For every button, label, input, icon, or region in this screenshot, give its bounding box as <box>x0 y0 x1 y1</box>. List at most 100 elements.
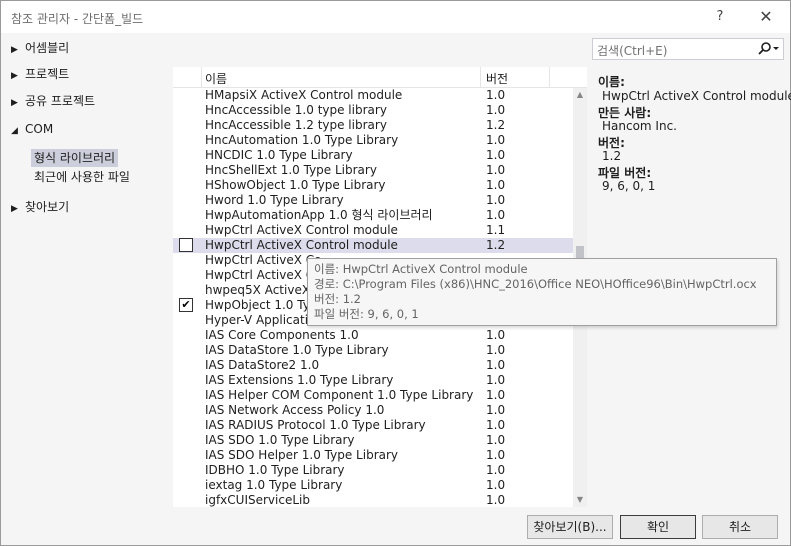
column-header-name[interactable]: 이름 <box>205 70 227 87</box>
detail-file-version-value: 9, 6, 0, 1 <box>602 179 656 193</box>
detail-name-label: 이름: <box>598 75 625 89</box>
list-item-name: IAS DataStore2 1.0 <box>205 358 320 372</box>
list-item[interactable]: IAS Helper COM Component 1.0 Type Librar… <box>173 388 573 403</box>
list-item[interactable]: HMapsiX ActiveX Control module 1.0 <box>173 88 573 103</box>
list-item[interactable]: HNCDIC 1.0 Type Library 1.0 <box>173 148 573 163</box>
list-item-name: Hword 1.0 Type Library <box>205 193 344 207</box>
cancel-button[interactable]: 취소 <box>702 515 778 539</box>
list-item[interactable]: Hword 1.0 Type Library 1.0 <box>173 193 573 208</box>
ok-button[interactable]: 확인 <box>620 515 696 539</box>
window-title: 참조 관리자 - 간단폼_빌드 <box>11 12 144 26</box>
list-item-version: 1.0 <box>486 403 506 417</box>
list-item-name: HNCDIC 1.0 Type Library <box>205 148 353 162</box>
list-item-name: HncAccessible 1.2 type library <box>205 118 387 132</box>
column-separator[interactable] <box>201 67 202 87</box>
detail-creator-value: Hancom Inc. <box>602 119 677 133</box>
list-item-version: 1.0 <box>486 418 506 432</box>
list-item[interactable]: HwpCtrl ActiveX Control module 1.1 <box>173 223 573 238</box>
search-placeholder: 검색(Ctrl+E) <box>597 44 668 58</box>
list-item[interactable]: IAS Extensions 1.0 Type Library 1.0 <box>173 373 573 388</box>
list-item-version: 1.0 <box>486 328 506 342</box>
list-item-name: HwpObject 1.0 Typ <box>205 298 318 312</box>
list-item-name: HMapsiX ActiveX Control module <box>205 88 403 102</box>
close-button[interactable]: ✕ <box>755 7 777 27</box>
list-item-name: IAS SDO 1.0 Type Library <box>205 433 355 447</box>
tooltip-file-version: 파일 버전: 9, 6, 0, 1 <box>314 307 419 321</box>
column-header-version[interactable]: 버전 <box>486 70 508 87</box>
reference-manager-dialog: 참조 관리자 - 간단폼_빌드 ? ✕ ▶ 어셈블리 ▶ 프로젝트 ▶ 공유 프로젝트… <box>0 0 791 546</box>
list-item-name: IDBHO 1.0 Type Library <box>205 463 345 477</box>
list-item[interactable]: IAS SDO 1.0 Type Library 1.0 <box>173 433 573 448</box>
list-item-version: 1.0 <box>486 478 506 492</box>
nav-type-libraries[interactable]: 형식 라이브러리 <box>31 149 119 167</box>
reference-checkbox[interactable] <box>179 238 193 252</box>
list-item[interactable]: HncAccessible 1.0 type library 1.0 <box>173 103 573 118</box>
nav-projects-label: 프로젝트 <box>25 67 70 81</box>
reference-checkbox[interactable]: ✔ <box>179 298 193 312</box>
list-item-name: HwpAutomationApp 1.0 형식 라이브러리 <box>205 208 433 222</box>
nav-assemblies-label: 어셈블리 <box>25 41 70 55</box>
list-item-name: HwpCtrl ActiveX Co <box>205 253 322 267</box>
list-item-name: IAS Extensions 1.0 Type Library <box>205 373 394 387</box>
nav-shared-projects[interactable]: ▶ 공유 프로젝트 <box>11 92 95 110</box>
list-item-version: 1.0 <box>486 163 506 177</box>
nav-browse[interactable]: ▶ 찾아보기 <box>11 198 69 216</box>
nav-assemblies[interactable]: ▶ 어셈블리 <box>11 39 69 57</box>
list-item-version: 1.0 <box>486 103 506 117</box>
tooltip-version: 버전: 1.2 <box>314 292 361 306</box>
nav-com[interactable]: ◢ COM <box>11 120 53 138</box>
list-header: 이름 버전 <box>173 67 587 88</box>
list-item-version: 1.0 <box>486 388 506 402</box>
list-item-version: 1.0 <box>486 193 506 207</box>
list-item-name: IAS Helper COM Component 1.0 Type Librar… <box>205 388 474 402</box>
list-item[interactable]: IAS SDO Helper 1.0 Type Library 1.0 <box>173 448 573 463</box>
list-item[interactable]: HncAccessible 1.2 type library 1.2 <box>173 118 573 133</box>
help-button[interactable]: ? <box>709 7 731 27</box>
search-box[interactable]: 검색(Ctrl+E) <box>592 38 784 60</box>
nav-projects[interactable]: ▶ 프로젝트 <box>11 65 69 83</box>
detail-name-value: HwpCtrl ActiveX Control module <box>602 89 791 103</box>
list-item-version: 1.0 <box>486 493 506 507</box>
column-separator[interactable] <box>480 67 481 87</box>
list-item[interactable]: HwpCtrl ActiveX Control module 1.2 <box>173 238 573 253</box>
browse-button[interactable]: 찾아보기(B)... <box>527 515 613 539</box>
list-item[interactable]: IAS Core Components 1.0 1.0 <box>173 328 573 343</box>
nav-com-label: COM <box>25 122 54 136</box>
list-item[interactable]: IAS DataStore2 1.0 1.0 <box>173 358 573 373</box>
collapse-arrow-icon: ◢ <box>11 126 18 136</box>
nav-shared-projects-label: 공유 프로젝트 <box>25 94 96 108</box>
list-item-name: HwpCtrl ActiveX C <box>205 268 315 282</box>
reference-tooltip: 이름: HwpCtrl ActiveX Control module 경로: C… <box>307 258 777 326</box>
list-item[interactable]: IAS DataStore 1.0 Type Library 1.0 <box>173 343 573 358</box>
list-item[interactable]: HncAutomation 1.0 Type Library 1.0 <box>173 133 573 148</box>
list-item-name: IAS SDO Helper 1.0 Type Library <box>205 448 399 462</box>
list-item[interactable]: HncShellExt 1.0 Type Library 1.0 <box>173 163 573 178</box>
list-item-name: IAS Core Components 1.0 <box>205 328 359 342</box>
list-item[interactable]: IAS Network Access Policy 1.0 1.0 <box>173 403 573 418</box>
list-item-name: Hyper-V Applicatio <box>205 313 316 327</box>
list-item[interactable]: iextag 1.0 Type Library 1.0 <box>173 478 573 493</box>
scroll-up-icon[interactable]: ▲ <box>573 88 587 102</box>
list-item-version: 1.1 <box>486 223 506 237</box>
list-item[interactable]: HShowObject 1.0 Type Library 1.0 <box>173 178 573 193</box>
list-item-name: HncShellExt 1.0 Type Library <box>205 163 377 177</box>
list-item[interactable]: IDBHO 1.0 Type Library 1.0 <box>173 463 573 478</box>
list-item-version: 1.0 <box>486 208 506 222</box>
list-item-name: igfxCUIServiceLib <box>205 493 310 507</box>
list-item[interactable]: HwpAutomationApp 1.0 형식 라이브러리 1.0 <box>173 208 573 223</box>
nav-recent-files[interactable]: 최근에 사용한 파일 <box>31 168 133 186</box>
list-item-version: 1.0 <box>486 148 506 162</box>
search-icon[interactable] <box>757 41 781 57</box>
list-item[interactable]: igfxCUIServiceLib 1.0 <box>173 493 573 507</box>
column-separator[interactable] <box>549 67 550 87</box>
scroll-down-icon[interactable]: ▼ <box>573 493 587 507</box>
expand-arrow-icon: ▶ <box>11 204 18 214</box>
nav-browse-label: 찾아보기 <box>25 200 70 214</box>
list-item-version: 1.2 <box>486 238 506 252</box>
list-item[interactable]: IAS RADIUS Protocol 1.0 Type Library 1.0 <box>173 418 573 433</box>
tooltip-name: 이름: HwpCtrl ActiveX Control module <box>314 262 528 276</box>
expand-arrow-icon: ▶ <box>11 45 18 55</box>
list-item-name: HwpCtrl ActiveX Control module <box>205 223 398 237</box>
list-item-version: 1.0 <box>486 433 506 447</box>
list-item-name: HShowObject 1.0 Type Library <box>205 178 386 192</box>
